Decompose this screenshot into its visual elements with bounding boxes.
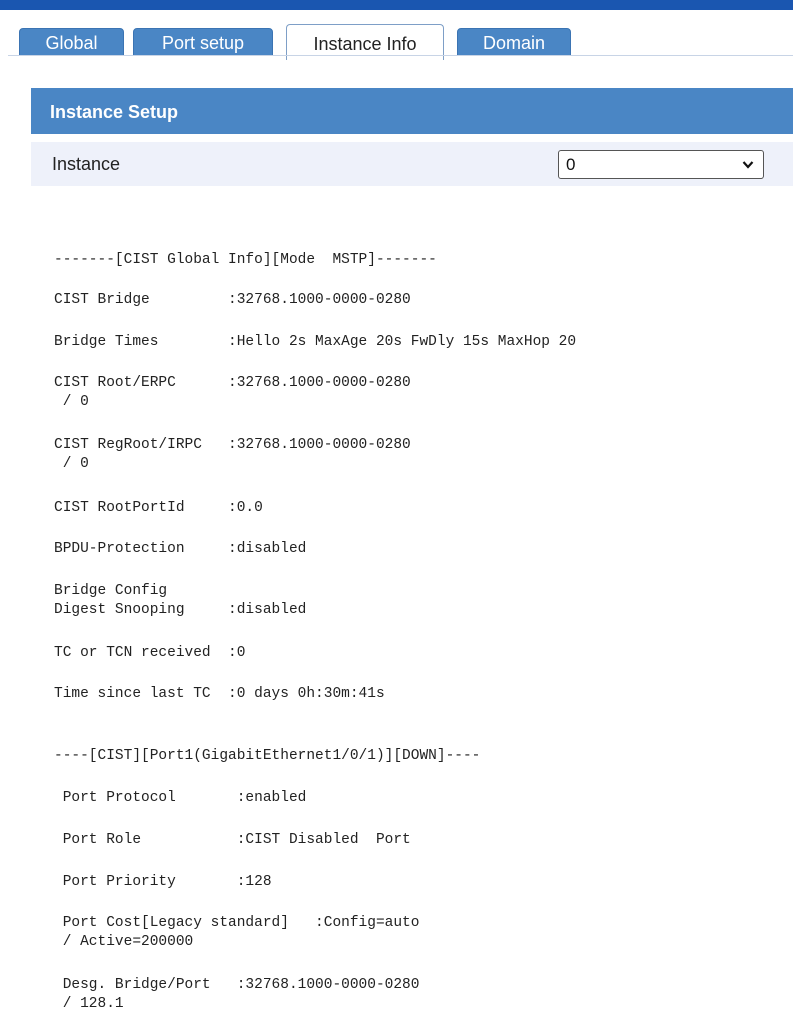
port-info-line: Port Role :CIST Disabled Port [54,832,411,848]
info-line: Digest Snooping :disabled [54,602,307,618]
port-info-line: Port Cost[Legacy standard] :Config=auto [54,915,420,931]
port-info-line: Desg. Bridge/Port :32768.1000-0000-0280 [54,977,420,993]
info-line: CIST RootPortId :0.0 [54,500,263,516]
port-info-line: Port Priority :128 [54,874,272,890]
info-line: CIST Root/ERPC :32768.1000-0000-0280 [54,375,411,391]
info-line: CIST RegRoot/IRPC :32768.1000-0000-0280 [54,437,411,453]
info-line: Bridge Config [54,583,168,599]
info-line-cont: / 0 [54,456,89,472]
tab-port-setup[interactable]: Port setup [133,28,273,56]
instance-label: Instance [52,154,121,174]
instance-row: Instance 0 [31,142,793,186]
info-line: Time since last TC :0 days 0h:30m:41s [54,686,385,702]
port-info-line: Port Protocol :enabled [54,790,307,806]
info-line: TC or TCN received :0 [54,645,246,661]
instance-select[interactable]: 0 [558,150,764,179]
tab-global[interactable]: Global [19,28,124,56]
tab-domain[interactable]: Domain [457,28,571,56]
info-line: CIST Bridge :32768.1000-0000-0280 [54,292,411,308]
port-info-line-cont: / Active=200000 [54,934,194,950]
chevron-down-icon [742,161,754,169]
info-line: Bridge Times :Hello 2s MaxAge 20s FwDly … [54,334,577,350]
section-title: Instance Setup [31,88,793,134]
info-line-cont: / 0 [54,394,89,410]
tab-baseline [8,55,793,56]
info-line: BPDU-Protection :disabled [54,541,307,557]
instance-select-value: 0 [566,155,576,174]
cist-global-header: -------[CIST Global Info][Mode MSTP]----… [54,252,437,268]
cist-port-header: ----[CIST][Port1(GigabitEthernet1/0/1)][… [54,748,481,764]
top-bar [0,0,793,10]
port-info-line-cont: / 128.1 [54,996,124,1012]
instance-setup-panel: Instance Setup Instance 0 [31,88,793,186]
